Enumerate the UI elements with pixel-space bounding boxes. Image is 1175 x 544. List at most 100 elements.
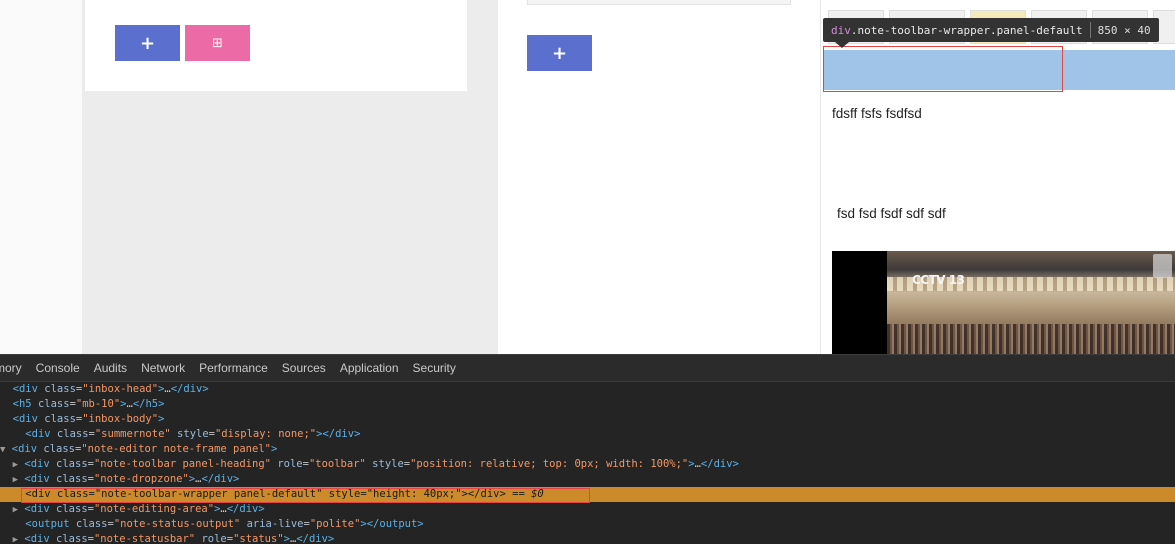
attr-name: class <box>56 458 88 470</box>
attr-name: style <box>177 428 209 440</box>
attr-value: "status" <box>233 533 284 544</box>
attr-value: "note-toolbar panel-heading" <box>93 458 271 470</box>
qr-code-button[interactable]: ⊞ <box>185 25 250 61</box>
tag-name: <div <box>11 443 38 455</box>
attr-value: "mb-10" <box>75 398 121 410</box>
attr-name: class <box>56 533 88 544</box>
dom-node-line[interactable]: ▶ <div class="note-dropzone">…</div> <box>0 472 1175 487</box>
closing-tag: </div> <box>322 428 361 440</box>
devtools-tab-performance[interactable]: Performance <box>192 355 275 382</box>
devtools-tab-console[interactable]: Console <box>29 355 87 382</box>
dom-node-line[interactable]: <div class="inbox-body"> <box>0 412 1175 427</box>
attr-name: class <box>56 473 88 485</box>
dom-node-line[interactable]: ▶ <div class="note-statusbar" role="stat… <box>0 532 1175 544</box>
attr-value: "polite" <box>309 518 361 530</box>
attr-value: "summernote" <box>94 428 171 440</box>
add-button-middle[interactable]: + <box>527 35 592 71</box>
elements-tree: <div class="inbox-head">…</div> <h5 clas… <box>0 382 1175 544</box>
tag-name: <div <box>24 503 50 515</box>
attr-name: class <box>44 413 76 425</box>
closing-tag: </div> <box>700 458 739 470</box>
tag-name: <div <box>24 533 50 544</box>
devtools-tab-network[interactable]: Network <box>134 355 192 382</box>
inspect-outline <box>823 46 1063 92</box>
dom-node-line[interactable]: <div class="summernote" style="display: … <box>0 427 1175 442</box>
closing-tag: </h5> <box>132 398 165 410</box>
closing-tag: </div> <box>296 533 335 544</box>
tooltip-size: 850 × 40 <box>1097 23 1151 37</box>
tag-name: <div <box>24 458 50 470</box>
tag-name: <div <box>12 383 38 395</box>
tag-name: <div <box>24 473 50 485</box>
attr-name: style <box>328 488 361 500</box>
add-button[interactable]: + <box>115 25 180 61</box>
attr-name: role <box>201 533 227 544</box>
inspect-tooltip: div .note-toolbar-wrapper.panel-default 8… <box>823 18 1159 42</box>
dom-node-line[interactable]: ▶ <div class="note-editing-area">…</div> <box>0 502 1175 517</box>
editor-text-line[interactable]: fsd fsd fsdf sdf sdf <box>837 206 946 221</box>
attr-name: style <box>372 458 404 470</box>
attr-name: class <box>37 398 70 410</box>
video-frame <box>887 251 1175 354</box>
expand-arrow-icon[interactable]: ▼ <box>0 445 5 455</box>
attr-value: "display: none;" <box>214 428 317 440</box>
attr-name: class <box>75 518 108 530</box>
tag-name: <div <box>25 488 51 500</box>
editor-text-line[interactable]: fdsff fsfs fsdfsd <box>832 106 922 121</box>
attr-name: class <box>43 443 75 455</box>
closing-tag: </div> <box>226 503 265 515</box>
attr-value: "inbox-head" <box>82 383 159 395</box>
left-gutter <box>0 0 82 354</box>
devtools-tab-security[interactable]: Security <box>406 355 463 382</box>
embedded-video[interactable]: CCTV 13 <box>832 251 1175 354</box>
dom-node-line[interactable]: <div class="inbox-head">…</div> <box>0 382 1175 397</box>
devtools-tab-mory[interactable]: mory <box>0 355 29 382</box>
dom-node-line[interactable]: ▼ <div class="note-editor note-frame pan… <box>0 442 1175 457</box>
closing-tag: </div> <box>467 488 506 500</box>
channel-logo: CCTV 13 <box>912 273 965 287</box>
attr-value: "note-status-output" <box>113 518 241 530</box>
tag-bracket: > <box>270 443 278 455</box>
tag-name: <h5 <box>12 398 32 410</box>
attr-value: "position: relative; top: 0px; width: 10… <box>410 458 689 470</box>
attr-value: "inbox-body" <box>82 413 159 425</box>
tooltip-arrow <box>835 42 849 48</box>
tag-name: <div <box>12 413 38 425</box>
tooltip-classes: .note-toolbar-wrapper.panel-default <box>850 23 1083 37</box>
expand-arrow-icon[interactable]: ▶ <box>13 460 18 470</box>
middle-input-bar <box>527 0 791 5</box>
faint-text: … <box>620 540 625 544</box>
attr-value: "note-dropzone" <box>93 473 189 485</box>
attr-name: class <box>56 428 89 440</box>
tag-name: <output <box>25 518 70 530</box>
attr-name: class <box>56 503 88 515</box>
attr-value: "toolbar" <box>308 458 366 470</box>
devtools-tab-audits[interactable]: Audits <box>87 355 134 382</box>
closing-tag: </div> <box>170 383 209 395</box>
dom-node-line[interactable]: ▶ <div class="note-toolbar panel-heading… <box>0 457 1175 472</box>
dom-node-line[interactable]: <h5 class="mb-10">…</h5> <box>0 397 1175 412</box>
attr-name: class <box>56 488 89 500</box>
expand-arrow-icon[interactable]: ▶ <box>13 505 18 515</box>
attr-name: aria-live <box>246 518 304 530</box>
expand-arrow-icon[interactable]: ▶ <box>13 475 18 485</box>
tag-name: <div <box>25 428 51 440</box>
devtools-tab-application[interactable]: Application <box>333 355 406 382</box>
page-viewport: + ⊞ + div .note-toolbar-wrapper.panel-def… <box>0 0 1175 354</box>
tooltip-tag: div <box>831 23 851 37</box>
devtools-tab-bar: moryConsoleAuditsNetworkPerformanceSourc… <box>0 355 1175 382</box>
attr-value: "note-editor note-frame panel" <box>81 443 271 455</box>
dom-node-line[interactable]: <output class="note-status-output" aria-… <box>0 517 1175 532</box>
expand-arrow-icon[interactable]: ▶ <box>13 535 18 544</box>
closing-tag: </div> <box>201 473 240 485</box>
video-control-icon[interactable] <box>1153 254 1172 278</box>
closing-tag: </output> <box>366 518 424 530</box>
console-ref: == $0 <box>505 488 544 500</box>
attr-value: "note-statusbar" <box>93 533 196 544</box>
devtools-tab-sources[interactable]: Sources <box>275 355 333 382</box>
attr-name: class <box>44 383 76 395</box>
selected-dom-node[interactable]: <div class="note-toolbar-wrapper panel-d… <box>0 487 1175 503</box>
attr-value: "note-editing-area" <box>93 503 215 515</box>
attr-value: "height: 40px;" <box>366 488 462 500</box>
tag-bracket: > <box>158 413 165 425</box>
